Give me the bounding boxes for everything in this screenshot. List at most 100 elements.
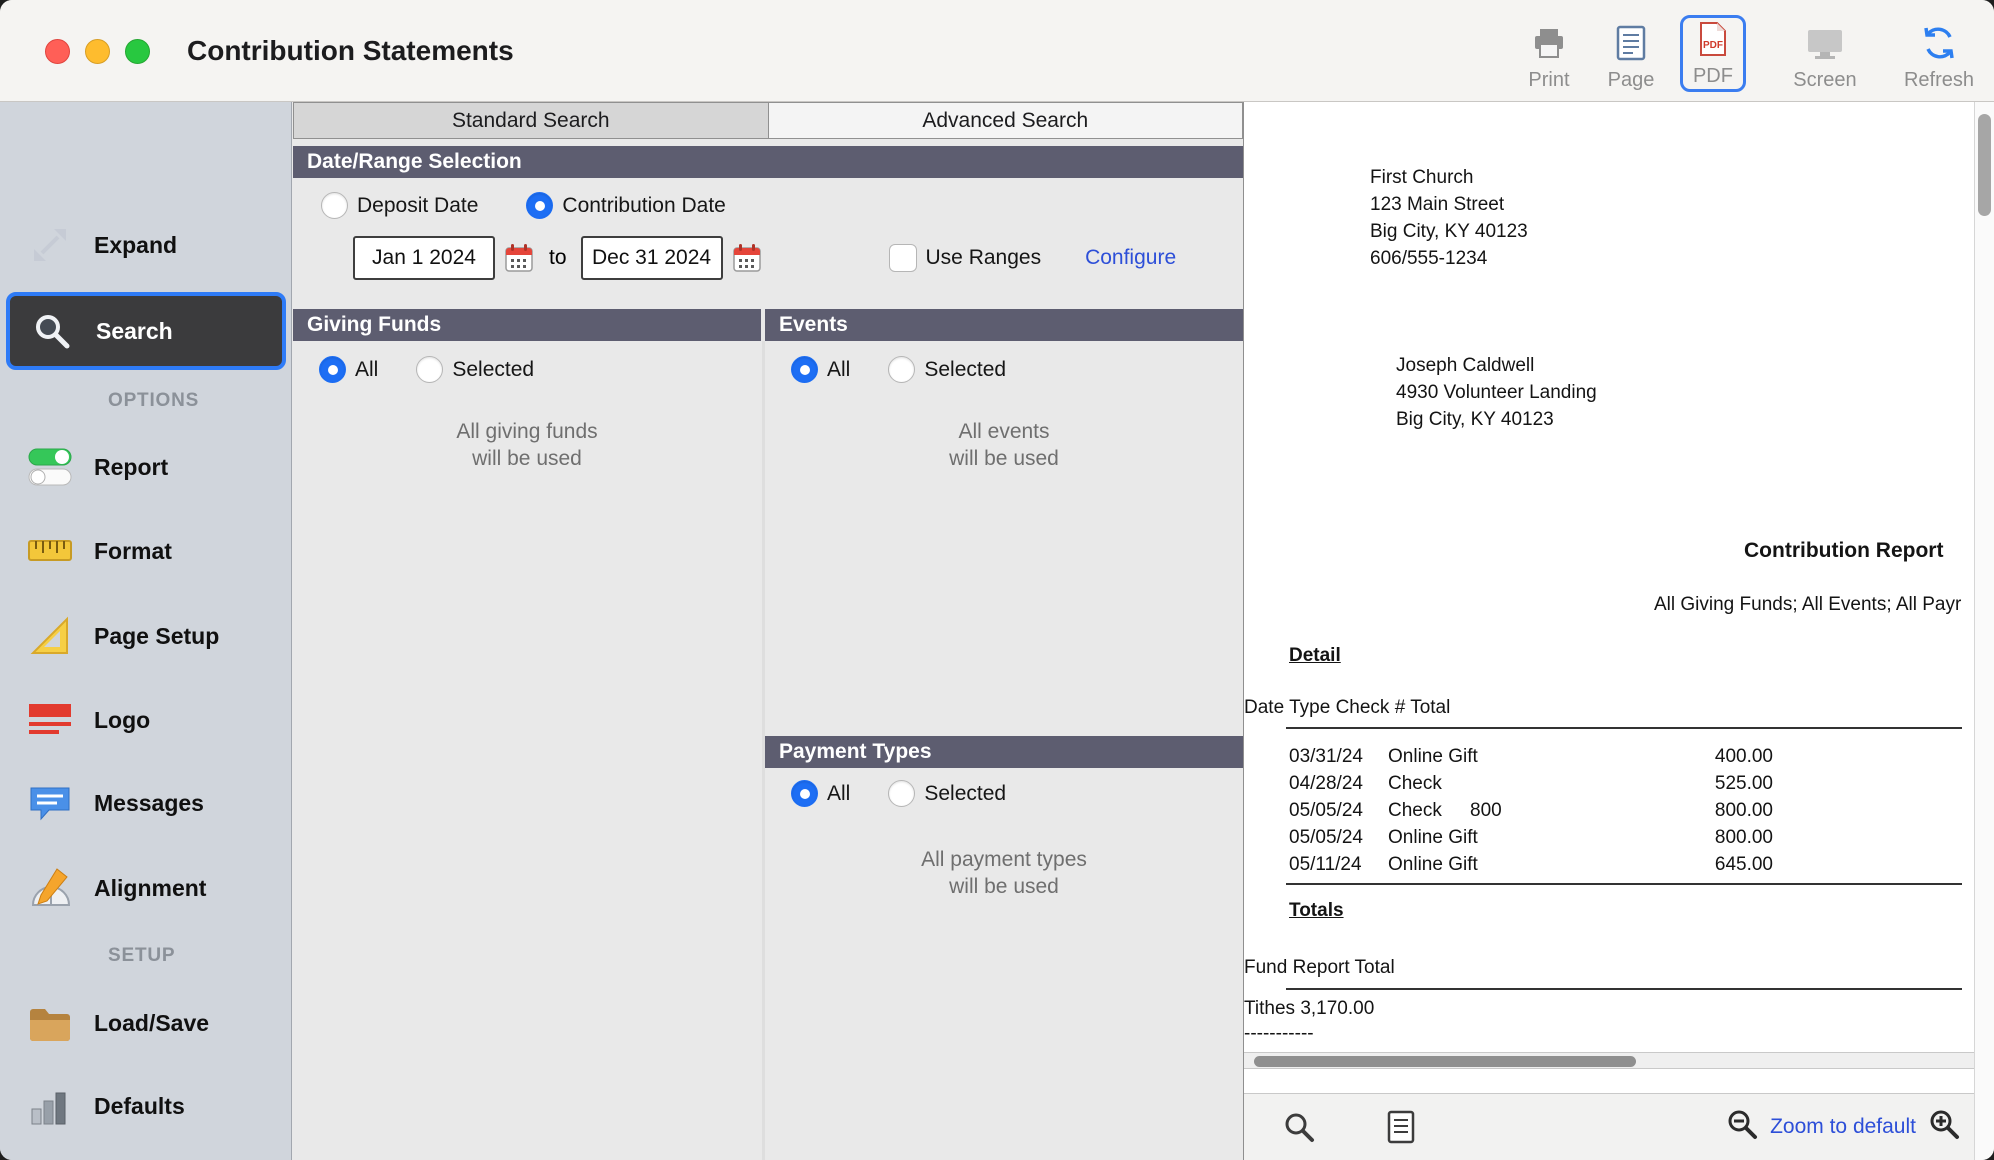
report-title: Contribution Report <box>1744 539 1944 562</box>
calendar-icon[interactable] <box>731 242 763 274</box>
vertical-scrollbar[interactable] <box>1974 102 1994 1160</box>
titlebar: Contribution Statements Print Page PDF P… <box>0 0 1994 102</box>
pdf-button[interactable]: PDF PDF <box>1679 15 1746 92</box>
giving-funds-selected-label: Selected <box>452 357 535 381</box>
configure-link[interactable]: Configure <box>1085 246 1176 270</box>
refresh-button[interactable]: Refresh <box>1904 25 1974 92</box>
sidebar-item-label: Page Setup <box>94 622 220 649</box>
column-header-check: Check # <box>1335 697 1406 718</box>
contribution-date-radio[interactable] <box>526 192 554 219</box>
table-row: 05/05/24 Online Gift 800.00 <box>1244 827 1974 854</box>
events-all-radio[interactable] <box>791 356 818 383</box>
payment-types-selected-radio[interactable] <box>888 780 916 807</box>
cell-date: 03/31/24 <box>1289 746 1363 767</box>
cell-type: Check <box>1388 773 1442 794</box>
report-icon <box>20 446 80 488</box>
events-selected-radio[interactable] <box>888 356 916 383</box>
report-subtitle: All Giving Funds; All Events; All Payr <box>1654 594 1962 615</box>
church-street: 123 Main Street <box>1370 194 1505 215</box>
sidebar-item-search[interactable]: Search <box>6 292 286 370</box>
calendar-icon[interactable] <box>503 242 535 274</box>
giving-funds-note: All giving funds will be used <box>293 418 761 472</box>
screen-label: Screen <box>1793 69 1857 91</box>
minimize-window-button[interactable] <box>85 39 110 64</box>
column-header-report-total: Report Total <box>1292 957 1395 978</box>
tab-standard-search[interactable]: Standard Search <box>293 102 769 139</box>
from-date-input[interactable] <box>353 236 495 280</box>
table-row: 05/05/24 Check 800 800.00 <box>1244 800 1974 827</box>
sidebar-item-label: Logo <box>94 706 151 733</box>
bar-chart-icon <box>20 1085 80 1127</box>
cell-total: 645.00 <box>1714 854 1773 875</box>
church-city: Big City, KY 40123 <box>1370 221 1528 242</box>
search-tabs: Standard Search Advanced Search <box>293 102 1243 139</box>
totals-dashes: ----------- <box>1244 1023 1314 1044</box>
events-all-label: All <box>827 357 851 381</box>
date-type-radio-group: Deposit Date Contribution Date <box>321 192 726 219</box>
cell-type: Online Gift <box>1388 746 1478 767</box>
app-window: Contribution Statements Print Page PDF P… <box>0 0 1994 1160</box>
giving-funds-radio-group: All Selected <box>319 356 534 383</box>
svg-text:PDF: PDF <box>1703 40 1723 51</box>
zoom-out-icon[interactable] <box>1726 1108 1758 1146</box>
sidebar-item-report[interactable]: Report <box>0 430 291 504</box>
payment-types-radio-group: All Selected <box>791 780 1006 807</box>
screen-button[interactable]: Screen <box>1792 27 1858 92</box>
column-header-fund: Fund <box>1244 957 1288 978</box>
sidebar-item-page-setup[interactable]: Page Setup <box>0 599 291 673</box>
totals-heading: Totals <box>1289 900 1344 921</box>
use-ranges-label: Use Ranges <box>925 246 1042 269</box>
horizontal-scrollbar-thumb[interactable] <box>1254 1056 1636 1067</box>
column-header-type: Type <box>1289 697 1331 718</box>
set-square-icon <box>20 615 80 657</box>
deposit-date-label: Deposit Date <box>357 193 479 217</box>
vertical-scrollbar-thumb[interactable] <box>1978 114 1991 216</box>
zoom-to-default-link[interactable]: Zoom to default <box>1770 1115 1916 1139</box>
sidebar-item-expand[interactable]: Expand <box>0 208 291 282</box>
refresh-icon <box>1921 25 1957 66</box>
table-row: 05/11/24 Online Gift 645.00 <box>1244 854 1974 881</box>
protractor-pencil-icon <box>20 867 80 909</box>
totals-header-row: Fund Report Total <box>1244 957 1974 984</box>
cell-type: Online Gift <box>1388 854 1478 875</box>
events-note-line1: All events <box>958 420 1050 443</box>
magnifier-tool-icon[interactable] <box>1282 1110 1316 1144</box>
print-button[interactable]: Print <box>1516 27 1582 92</box>
zoom-in-icon[interactable] <box>1928 1108 1960 1146</box>
sidebar-item-defaults[interactable]: Defaults <box>0 1069 291 1143</box>
cell-total: 800.00 <box>1714 800 1773 821</box>
totals-header-rule <box>1286 988 1962 990</box>
close-window-button[interactable] <box>45 39 70 64</box>
contribution-date-label: Contribution Date <box>562 193 726 217</box>
search-icon <box>22 309 82 353</box>
cell-total: 800.00 <box>1714 827 1773 848</box>
page-button[interactable]: Page <box>1598 25 1664 92</box>
tab-advanced-search[interactable]: Advanced Search <box>768 102 1243 139</box>
payment-types-all-radio[interactable] <box>791 780 818 807</box>
sidebar-item-load-save[interactable]: Load/Save <box>0 986 291 1060</box>
deposit-date-radio[interactable] <box>321 192 348 219</box>
giving-funds-note-line2: will be used <box>472 447 582 470</box>
sidebar-item-logo[interactable]: Logo <box>0 683 291 757</box>
to-label: to <box>549 246 567 269</box>
horizontal-scrollbar[interactable] <box>1244 1052 1974 1069</box>
detail-header-rule <box>1286 727 1962 729</box>
expand-icon <box>20 223 80 267</box>
table-row: 04/28/24 Check 525.00 <box>1244 773 1974 800</box>
use-ranges-checkbox[interactable] <box>888 244 917 272</box>
payment-types-note-line2: will be used <box>949 875 1059 898</box>
preview-toolbar: Zoom to default <box>1244 1093 1974 1160</box>
zoom-window-button[interactable] <box>125 39 150 64</box>
date-range-row: to Use Ranges Configure <box>353 236 1176 280</box>
cell-total: 525.00 <box>1714 773 1773 794</box>
sidebar-item-alignment[interactable]: Alignment <box>0 851 291 925</box>
to-date-input[interactable] <box>580 236 723 280</box>
table-row: 03/31/24 Online Gift 400.00 <box>1244 746 1974 773</box>
sidebar-item-format[interactable]: Format <box>0 514 291 588</box>
page-view-icon[interactable] <box>1386 1110 1416 1144</box>
sidebar-item-messages[interactable]: Messages <box>0 766 291 840</box>
giving-funds-all-radio[interactable] <box>319 356 346 383</box>
giving-funds-selected-radio[interactable] <box>416 356 444 383</box>
zoom-controls: Zoom to default <box>1726 1108 1960 1146</box>
detail-footer-rule <box>1286 883 1962 885</box>
